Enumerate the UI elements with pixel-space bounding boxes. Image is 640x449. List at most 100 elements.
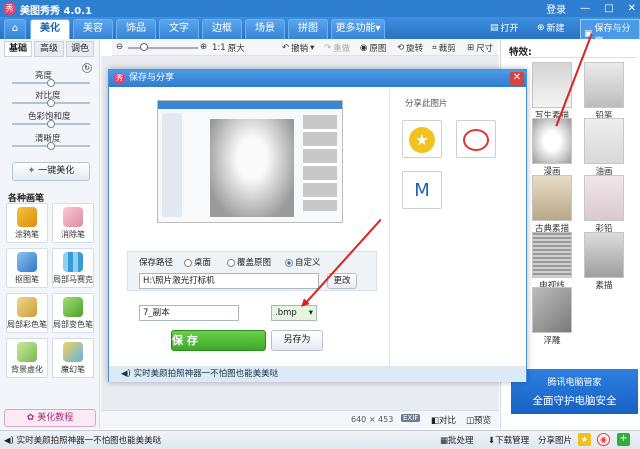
radio-custom[interactable]: [285, 258, 293, 267]
exif-button[interactable]: EXIF: [401, 414, 421, 422]
tab-advanced[interactable]: 高级: [34, 41, 64, 57]
flower-icon: ✿: [26, 413, 35, 423]
one-key-beautify-button[interactable]: ✦ 一键美化: [12, 162, 90, 181]
ad-line-1: 腾讯电脑管家: [547, 378, 602, 388]
qzone-icon[interactable]: ★: [578, 433, 591, 446]
effect-thumb-emboss[interactable]: [532, 287, 572, 333]
dialog-close-button[interactable]: ✕: [510, 72, 524, 85]
mosaic-icon: [63, 252, 83, 272]
weibo-eye-icon: [463, 129, 489, 151]
tab-accessories[interactable]: 饰品: [116, 19, 156, 39]
effect-thumb-plain-sketch[interactable]: [584, 232, 624, 278]
radio-overwrite[interactable]: [227, 258, 235, 267]
format-select[interactable]: .bmp ▾: [271, 305, 317, 321]
compare-icon: ◧: [431, 416, 440, 426]
close-icon[interactable]: ✕: [628, 3, 636, 14]
tab-scene[interactable]: 场景: [245, 19, 285, 39]
home-icon[interactable]: ⌂: [4, 19, 26, 39]
effect-thumb-classic-sketch[interactable]: [532, 175, 572, 221]
batch-button[interactable]: ▦批处理: [440, 434, 474, 446]
option-desktop[interactable]: 桌面: [184, 256, 211, 268]
tab-text[interactable]: 文字: [159, 19, 199, 39]
mosaic-tool[interactable]: 局部马赛克: [52, 248, 94, 288]
brush-icon: [17, 297, 37, 317]
share-renren-button[interactable]: M: [402, 171, 442, 209]
zoom-in-icon[interactable]: ⊕: [200, 42, 207, 52]
tab-basic[interactable]: 基础: [4, 41, 32, 57]
undo-button[interactable]: ↶ 撤销 ▾: [282, 42, 314, 54]
filename-input[interactable]: 7_副本: [139, 305, 239, 321]
size-button[interactable]: ⊞ 尺寸: [467, 42, 493, 54]
tab-more[interactable]: 更多功能▾: [331, 19, 385, 39]
effect-thumb-pencil[interactable]: [584, 62, 624, 108]
tab-color[interactable]: 调色: [66, 41, 94, 57]
status-tip[interactable]: ◀) 实时美颜拍照神器一不怕图也能美美哒: [4, 434, 161, 446]
cutout-pen-tool[interactable]: 抠图笔: [6, 248, 48, 288]
actual-size-button[interactable]: 1:1 原大: [212, 42, 245, 54]
local-color-pen-tool[interactable]: 局部彩色笔: [6, 293, 48, 333]
reset-icon[interactable]: ↻: [82, 63, 92, 73]
minimize-icon[interactable]: —: [580, 3, 590, 14]
image-dimensions: 640 × 453: [351, 415, 394, 424]
magic-pen-tool[interactable]: 魔幻笔: [52, 338, 94, 378]
local-recolor-pen-tool[interactable]: 局部变色笔: [52, 293, 94, 333]
maximize-icon[interactable]: □: [604, 3, 613, 14]
effect-thumb-oil[interactable]: [584, 118, 624, 164]
path-input[interactable]: H:\照片激光打标机: [139, 273, 319, 289]
original-image-button[interactable]: ◉ 原图: [360, 42, 386, 54]
eraser-icon: [63, 207, 83, 227]
weibo-icon[interactable]: ◉: [597, 433, 610, 446]
background-blur-tool[interactable]: 背景虚化: [6, 338, 48, 378]
rotate-icon: ⟲: [397, 43, 405, 53]
share-label: 分享此图片: [405, 99, 448, 109]
sharpness-knob[interactable]: [47, 142, 55, 150]
status-bar: ◀) 实时美颜拍照神器一不怕图也能美美哒 ▦批处理 ⬇下载管理 分享图片 ★ ◉…: [0, 430, 640, 449]
dialog-footer-tip[interactable]: ◀) 实时美颜拍照神器一不怕图也能美美哒: [109, 366, 526, 382]
chevron-down-icon: ▾: [308, 308, 313, 318]
save-as-button[interactable]: 另存为: [271, 330, 323, 351]
share-qzone-button[interactable]: ★: [402, 120, 442, 158]
share-image-button[interactable]: 分享图片: [538, 434, 572, 446]
redo-button[interactable]: ↷ 重做: [324, 42, 350, 54]
tab-beauty[interactable]: 美容: [73, 19, 113, 39]
contrast-knob[interactable]: [47, 99, 55, 107]
tab-beautify[interactable]: 美化: [30, 19, 70, 39]
saturation-knob[interactable]: [47, 120, 55, 128]
preview-icon: ◫: [466, 416, 475, 426]
brightness-knob[interactable]: [47, 79, 55, 87]
dialog-title: 保存与分享: [109, 70, 526, 87]
rotate-button[interactable]: ⟲ 旋转: [397, 42, 423, 54]
effect-thumb-comic[interactable]: [532, 118, 572, 164]
image-toolbar: ⊖ ⊕ 1:1 原大 ↶ 撤销 ▾ ↷ 重做 ◉ 原图 ⟲ 旋转 ⌗ 裁剪 ⊞ 尺寸: [112, 39, 498, 56]
radio-desktop[interactable]: [184, 258, 192, 267]
cutout-icon: [17, 252, 37, 272]
ad-banner[interactable]: 腾讯电脑管家 全面守护电脑安全: [511, 369, 638, 414]
save-button[interactable]: 保 存: [171, 330, 266, 351]
tutorial-button[interactable]: ✿ 美化教程: [4, 409, 96, 427]
folder-icon: ▤: [490, 22, 499, 33]
option-custom[interactable]: 自定义: [285, 256, 321, 268]
undo-icon: ↶: [282, 43, 290, 53]
login-link[interactable]: 登录: [546, 1, 566, 16]
app-logo-icon: 秀: [3, 2, 16, 15]
effect-label-plain-sketch: 素描: [595, 281, 613, 291]
option-overwrite[interactable]: 覆盖原图: [227, 256, 271, 268]
open-button[interactable]: ▤ 打开: [490, 21, 519, 35]
plus-app-icon[interactable]: +: [617, 433, 630, 446]
eraser-pen-tool[interactable]: 消除笔: [52, 203, 94, 243]
preview-button[interactable]: ◫预览: [466, 414, 491, 426]
new-button[interactable]: ⊕ 新建: [537, 21, 565, 35]
crop-button[interactable]: ⌗ 裁剪: [432, 42, 456, 54]
eye-icon: ◉: [360, 43, 368, 53]
doodle-pen-tool[interactable]: 涂鸦笔: [6, 203, 48, 243]
zoom-out-icon[interactable]: ⊖: [116, 42, 123, 52]
zoom-knob[interactable]: [140, 43, 148, 51]
effect-thumb-color-pencil[interactable]: [584, 175, 624, 221]
compare-button[interactable]: ◧对比: [431, 414, 456, 426]
tab-frame[interactable]: 边框: [202, 19, 242, 39]
zoom-slider[interactable]: [128, 47, 198, 49]
tab-collage[interactable]: 拼图: [288, 19, 328, 39]
effect-thumb-tv-lines[interactable]: [532, 232, 572, 278]
share-weibo-button[interactable]: [456, 120, 496, 158]
download-manager-button[interactable]: ⬇下载管理: [488, 434, 529, 446]
